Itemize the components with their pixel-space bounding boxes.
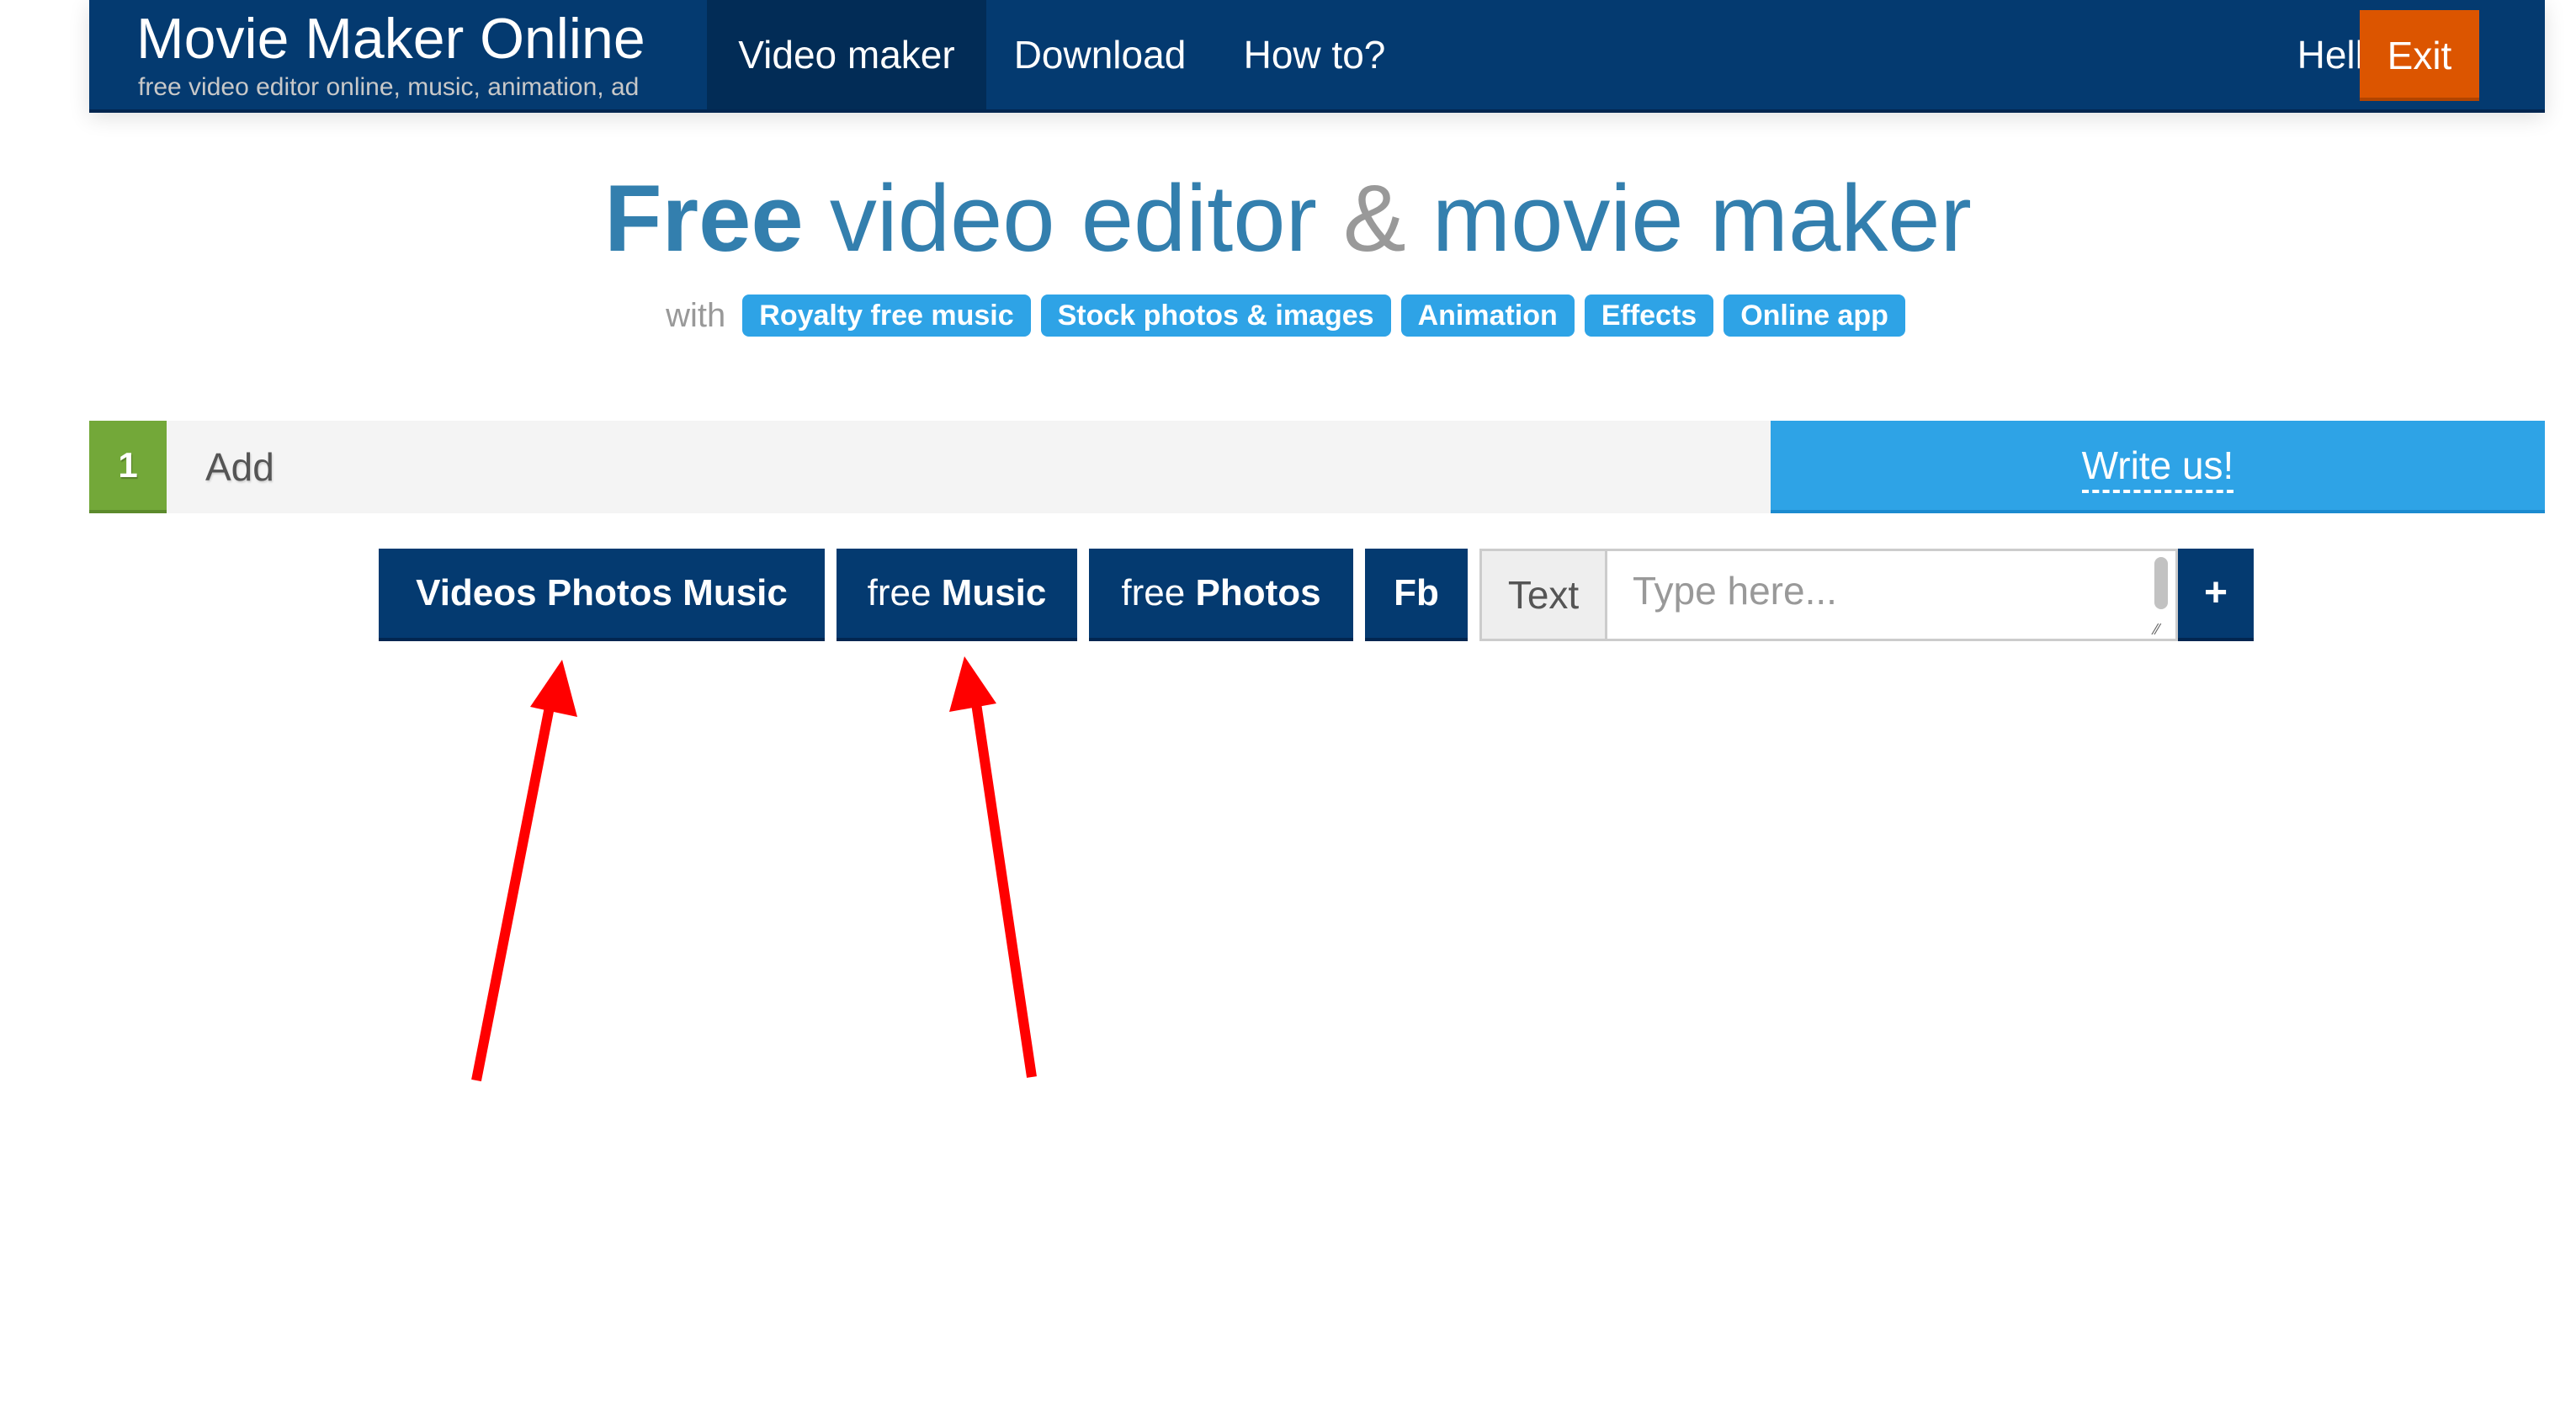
add-text-button[interactable]: + (2178, 549, 2254, 641)
resize-grip-icon[interactable]: ⁄⁄ (2154, 621, 2171, 638)
text-input[interactable] (1607, 549, 2178, 641)
free-music-bold: Music (941, 572, 1047, 613)
brand-subtitle: free video editor online, music, animati… (138, 73, 640, 101)
brand-logo[interactable]: Movie Maker Online free video editor onl… (136, 5, 725, 106)
tag-online-app[interactable]: Online app (1724, 295, 1905, 337)
hero-title: Free video editor & movie maker (0, 160, 2576, 278)
exit-button[interactable]: Exit (2360, 10, 2479, 101)
top-navbar: Movie Maker Online free video editor onl… (89, 0, 2545, 113)
hero-title-part1: video editor (803, 166, 1343, 271)
free-music-prefix: free (867, 572, 942, 613)
red-arrow-icon (949, 656, 1037, 1078)
hero-title-ampersand: & (1342, 166, 1406, 271)
step-number-badge: 1 (89, 421, 167, 513)
brand-title[interactable]: Movie Maker Online (136, 5, 645, 72)
step-bar: 1 Add Write us! (89, 421, 2545, 513)
write-us-button[interactable]: Write us! (1771, 421, 2545, 513)
hero-title-bold: Free (604, 166, 804, 271)
nav-tab-how-to[interactable]: How to? (1214, 0, 1415, 109)
red-arrow-icon (471, 660, 577, 1082)
hero-title-part2: movie maker (1405, 166, 1972, 271)
free-music-button[interactable]: free Music (837, 549, 1077, 641)
nav-tab-download[interactable]: Download (986, 0, 1214, 109)
feature-tags: with Royalty free music Stock photos & i… (0, 295, 2576, 342)
tag-stock-photos[interactable]: Stock photos & images (1040, 295, 1391, 337)
tag-royalty-free-music[interactable]: Royalty free music (742, 295, 1031, 337)
tag-effects[interactable]: Effects (1584, 295, 1714, 337)
with-label: with (666, 297, 726, 334)
free-photos-bold: Photos (1195, 572, 1321, 613)
write-us-link[interactable]: Write us! (2081, 444, 2234, 493)
videos-photos-music-button[interactable]: Videos Photos Music (379, 549, 825, 641)
text-addon-label: Text (1479, 549, 1607, 641)
free-photos-prefix: free (1121, 572, 1196, 613)
textarea-scrollbar[interactable] (2154, 557, 2168, 609)
tag-animation[interactable]: Animation (1400, 295, 1575, 337)
free-photos-button[interactable]: free Photos (1089, 549, 1353, 641)
nav-tab-video-maker[interactable]: Video maker (707, 0, 986, 109)
facebook-button[interactable]: Fb (1365, 549, 1468, 641)
step-label: Add (205, 445, 274, 489)
